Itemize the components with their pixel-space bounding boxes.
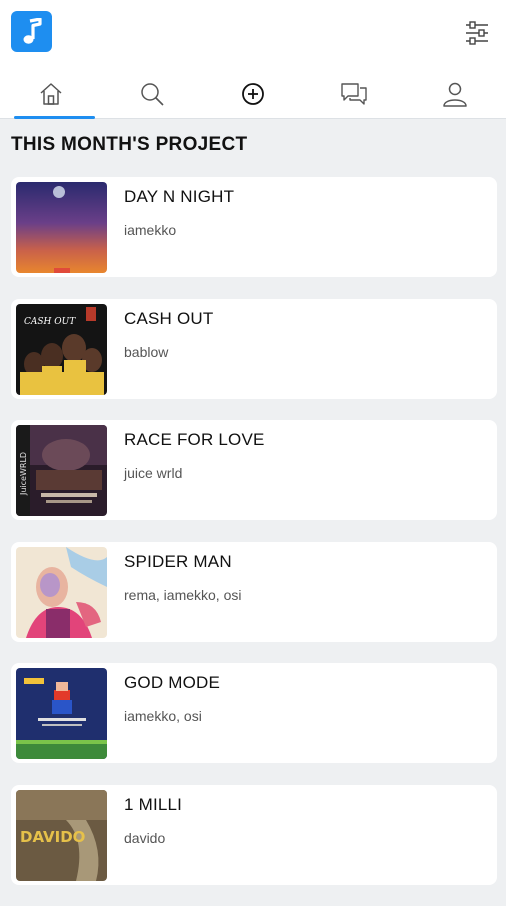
project-card[interactable]: CASH OUT CASH OUT bablow	[11, 298, 497, 399]
song-artist: iamekko, osi	[124, 708, 202, 724]
album-cover[interactable]: CASH OUT	[16, 303, 107, 395]
album-cover[interactable]: JuiceWRLD	[16, 425, 107, 516]
song-title: DAY N NIGHT	[124, 187, 235, 206]
album-cover[interactable]	[16, 182, 107, 273]
add-circle-icon	[242, 83, 264, 105]
song-artist: iamekko	[124, 222, 177, 238]
song-title: 1 MILLI	[124, 794, 183, 814]
song-artist: davido	[124, 829, 166, 846]
song-title: SPIDER MAN	[124, 551, 232, 571]
project-card[interactable]: GOD MODE iamekko, osi	[11, 663, 497, 763]
search-icon	[141, 83, 164, 106]
song-artist: bablow	[124, 343, 169, 360]
song-title: CASH OUT	[124, 308, 214, 328]
song-title: RACE FOR LOVE	[124, 430, 265, 449]
song-artist: juice wrld	[124, 465, 183, 481]
messages-icon	[341, 83, 367, 105]
project-list: DAY N NIGHT iamekko CASH OUT CASH OUT ba…	[11, 177, 497, 906]
song-artist: rema, iamekko, osi	[124, 586, 242, 603]
sliders-icon	[466, 21, 488, 45]
song-title: GOD MODE	[124, 673, 221, 692]
cover-logo-text: JuiceWRLD	[19, 452, 28, 496]
project-card[interactable]: JuiceWRLD RACE FOR LOVE juice wrld	[11, 420, 497, 520]
tab-create[interactable]	[202, 70, 303, 118]
app-logo[interactable]	[11, 11, 52, 52]
project-card[interactable]: DAVIDO 1 MILLI davido	[11, 784, 497, 885]
album-cover[interactable]	[16, 546, 107, 638]
section-title: THIS MONTH'S PROJECT	[11, 134, 248, 155]
top-bar	[0, 0, 506, 119]
album-cover[interactable]	[16, 668, 107, 759]
cover-logo-text: DAVIDO	[20, 828, 85, 846]
tab-profile[interactable]	[405, 70, 506, 118]
tab-search[interactable]	[101, 70, 202, 118]
tab-bar	[0, 70, 506, 119]
project-card[interactable]: SPIDER MAN rema, iamekko, osi	[11, 541, 497, 642]
cover-logo-text: CASH OUT	[24, 317, 76, 327]
tab-home[interactable]	[0, 70, 101, 119]
album-cover[interactable]: DAVIDO	[16, 789, 107, 881]
filter-button[interactable]	[462, 18, 492, 48]
profile-icon	[443, 82, 468, 107]
tab-messages[interactable]	[304, 70, 405, 118]
project-card[interactable]: DAY N NIGHT iamekko	[11, 177, 497, 277]
home-icon	[40, 83, 62, 105]
music-note-icon	[23, 17, 42, 44]
